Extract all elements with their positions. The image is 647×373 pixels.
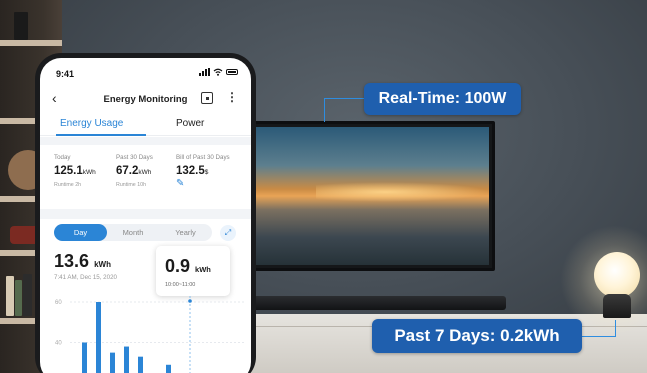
range-tab-yearly[interactable]: Yearly [159, 224, 212, 241]
stat-runtime: Runtime 10h [116, 182, 147, 188]
total-usage: 13.6 kWh [54, 251, 111, 271]
range-tab-day[interactable]: Day [54, 224, 107, 241]
chart-bar[interactable] [166, 364, 171, 373]
battery-icon [226, 69, 238, 75]
callout-connector [324, 98, 364, 99]
vase [14, 12, 28, 40]
chart-bar[interactable] [110, 352, 115, 373]
status-icons [199, 68, 238, 76]
chart-bar[interactable] [82, 342, 87, 373]
stat-value: 132.5$ [176, 165, 209, 177]
past7days-callout: Past 7 Days: 0.2kWh [372, 319, 582, 353]
more-vertical-icon[interactable]: ⋮ [226, 89, 238, 105]
phone-screen: 9:41 ‹ Energy Monitoring ⋮ Energy Usage [40, 58, 251, 373]
y-tick-label: 40 [55, 341, 62, 347]
tooltip-value: 0.9 kWh [165, 256, 211, 276]
lamp-globe [594, 252, 640, 298]
realtime-callout: Real-Time: 100W [364, 83, 521, 115]
tooltip-time-range: 10:00~11:00 [165, 282, 196, 288]
status-time: 9:41 [56, 69, 75, 79]
range-selector: Day Month Yearly [54, 224, 212, 241]
usage-bar-chart: 60 40 [55, 296, 245, 373]
wifi-icon [213, 68, 223, 76]
stat-label: Today [54, 154, 71, 161]
section-divider [40, 137, 251, 145]
television [236, 121, 495, 271]
status-bar: 9:41 [40, 58, 251, 86]
tv-screen [242, 127, 489, 265]
chart-tooltip: 0.9 kWh 10:00~11:00 [156, 246, 230, 296]
book [15, 280, 22, 316]
tab-energy-usage[interactable]: Energy Usage [60, 118, 123, 129]
stat-past-30-days: Past 30 Days 67.2kWh Runtime 10h [116, 154, 153, 188]
stat-value: 67.2kWh [116, 165, 152, 177]
smartphone: 9:41 ‹ Energy Monitoring ⋮ Energy Usage [35, 53, 256, 373]
callout-connector [324, 98, 325, 122]
chart-bar[interactable] [138, 356, 143, 373]
stat-value: 125.1kWh [54, 165, 96, 177]
edit-pencil-icon[interactable]: ✎ [176, 179, 186, 189]
signal-icon [199, 68, 210, 76]
shelf-board [0, 40, 62, 46]
y-tick-label: 60 [55, 300, 62, 306]
tab-bar: Energy Usage Power [40, 114, 251, 136]
stat-today: Today 125.1kWh Runtime 2h [54, 154, 96, 188]
stat-bill-30-days: Bill of Past 30 Days 132.5$ ✎ [176, 154, 230, 189]
stat-label: Bill of Past 30 Days [176, 154, 230, 161]
usage-chart: 60 40 [40, 296, 251, 373]
range-tab-month[interactable]: Month [107, 224, 159, 241]
section-divider [40, 209, 251, 219]
calendar-icon[interactable] [201, 92, 213, 104]
stat-label: Past 30 Days [116, 154, 153, 161]
chart-cursor-dot [188, 299, 192, 303]
callout-connector [615, 320, 616, 336]
tab-power[interactable]: Power [176, 118, 204, 129]
total-timestamp: 7:41 AM, Dec 15, 2020 [54, 274, 117, 281]
book [6, 276, 14, 316]
soundbar [230, 296, 506, 310]
lamp-base [603, 294, 631, 318]
usage-summary: Today 125.1kWh Runtime 2h Past 30 Days 6… [40, 145, 251, 209]
app-header: ‹ Energy Monitoring ⋮ [40, 86, 251, 112]
stat-runtime: Runtime 2h [54, 182, 82, 188]
page-title: Energy Monitoring [103, 94, 188, 105]
active-tab-indicator [56, 134, 146, 136]
book [23, 274, 32, 316]
callout-connector [582, 336, 616, 337]
chart-bar[interactable] [124, 346, 129, 373]
expand-icon[interactable]: ⤢ [220, 225, 236, 241]
chart-bar[interactable] [96, 302, 101, 373]
